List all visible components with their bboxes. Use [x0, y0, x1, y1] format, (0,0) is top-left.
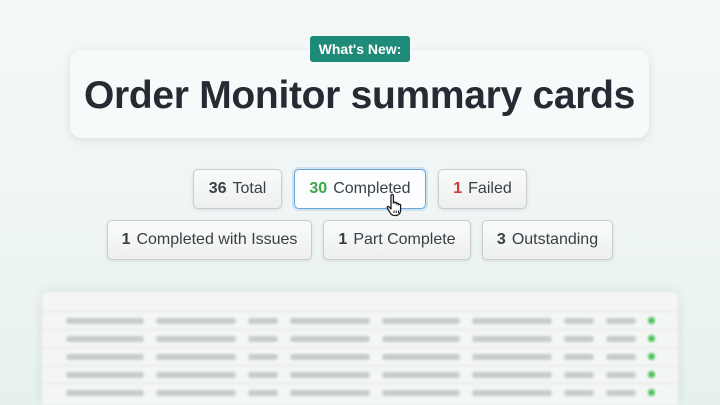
- hand-pointer-icon: [386, 193, 402, 217]
- completed-count: 30: [309, 180, 328, 197]
- table-row[interactable]: [42, 311, 678, 329]
- total-label: Total: [232, 180, 267, 197]
- part-complete-card[interactable]: 1 Part Complete: [323, 220, 471, 260]
- part-complete-count: 1: [338, 231, 348, 248]
- table-row[interactable]: [42, 329, 678, 347]
- status-dot: [648, 317, 655, 324]
- failed-card[interactable]: 1 Failed: [438, 169, 527, 209]
- outstanding-label: Outstanding: [511, 231, 599, 248]
- total-count: 36: [208, 180, 227, 197]
- table-row[interactable]: [42, 383, 678, 401]
- status-dot: [648, 335, 655, 342]
- outstanding-count: 3: [496, 231, 506, 248]
- part-complete-label: Part Complete: [353, 231, 456, 248]
- outstanding-card[interactable]: 3 Outstanding: [482, 220, 613, 260]
- status-dot: [648, 389, 655, 396]
- completed-with-issues-label: Completed with Issues: [136, 231, 298, 248]
- page-title: Order Monitor summary cards: [83, 74, 636, 117]
- table-row[interactable]: [42, 365, 678, 383]
- whats-new-badge: What's New:: [310, 36, 410, 62]
- completed-with-issues-count: 1: [121, 231, 131, 248]
- completed-card[interactable]: 30 Completed: [294, 169, 426, 209]
- orders-table: [42, 292, 678, 405]
- title-card: Order Monitor summary cards: [70, 50, 649, 138]
- status-dot: [648, 371, 655, 378]
- failed-label: Failed: [468, 180, 512, 197]
- completed-with-issues-card[interactable]: 1 Completed with Issues: [107, 220, 312, 260]
- total-card[interactable]: 36 Total: [193, 169, 282, 209]
- status-dot: [648, 353, 655, 360]
- failed-count: 1: [453, 180, 463, 197]
- table-row[interactable]: [42, 347, 678, 365]
